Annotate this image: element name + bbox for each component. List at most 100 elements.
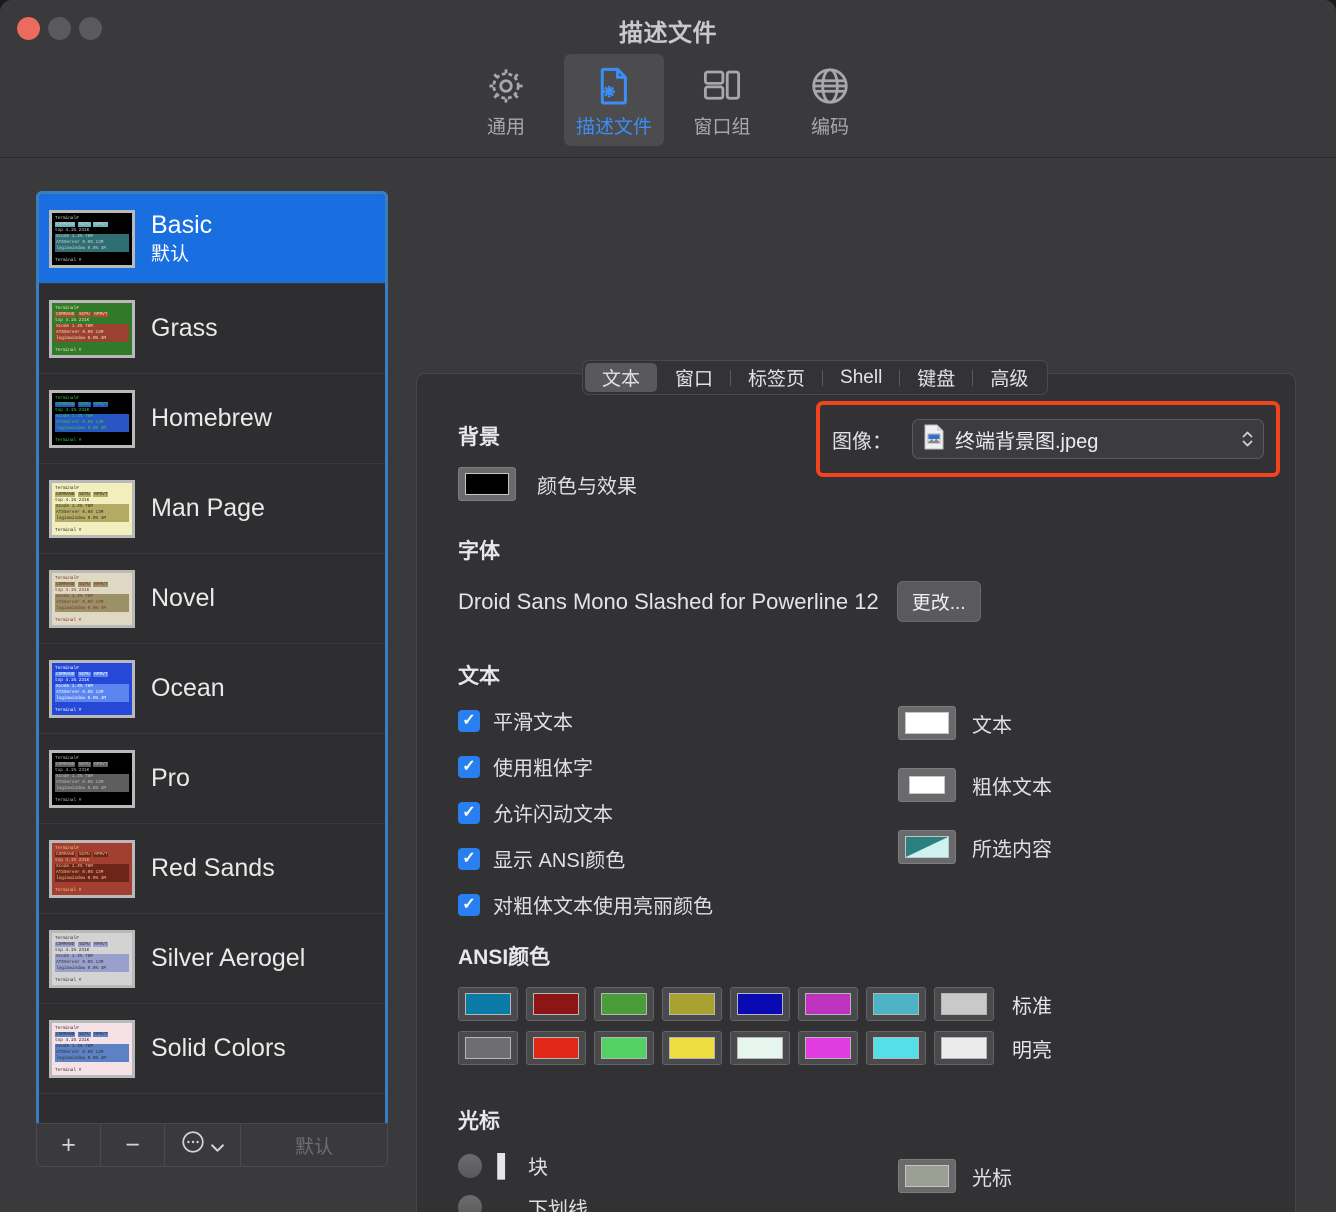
- checkbox[interactable]: [458, 801, 480, 824]
- font-value: Droid Sans Mono Slashed for Powerline 12: [458, 588, 879, 614]
- radio-button[interactable]: [458, 1195, 482, 1212]
- profile-actions-button[interactable]: [165, 1124, 241, 1166]
- cursor-option-row[interactable]: ▌ 块: [458, 1151, 1267, 1180]
- cursor-option-label: 下划线: [528, 1198, 588, 1212]
- popup-chevrons-icon: [1241, 428, 1254, 450]
- tab-Shell[interactable]: Shell: [823, 363, 899, 392]
- profile-text: Silver Aerogel: [151, 944, 305, 973]
- change-font-button[interactable]: 更改...: [896, 581, 981, 622]
- tab-文本[interactable]: 文本: [585, 363, 658, 392]
- settings-panel: 背景 颜色与效果 图像： 终端背景图.jpeg 字体 Droid Sans Mo…: [416, 373, 1296, 1212]
- checkbox[interactable]: [458, 709, 480, 732]
- ansi-color-well[interactable]: [662, 1031, 722, 1065]
- background-color-well[interactable]: [458, 467, 516, 501]
- profile-row[interactable]: Terminal# COMMAND %CPU RPRVT top 4.1% 231K…: [39, 284, 385, 374]
- text-option-label: 显示 ANSI颜色: [493, 850, 626, 872]
- ansi-color-well[interactable]: [662, 987, 722, 1021]
- checkbox[interactable]: [458, 847, 480, 870]
- toolbar-item-window-groups[interactable]: 窗口组: [672, 54, 772, 146]
- title-bar: 描述文件 通用 描述文件 窗口组 编码: [0, 0, 1336, 158]
- profile-name: Novel: [151, 584, 215, 613]
- ansi-color-well[interactable]: [798, 1031, 858, 1065]
- radio-button[interactable]: [458, 1153, 482, 1178]
- background-image-annotation: 图像： 终端背景图.jpeg: [816, 401, 1280, 477]
- profile-row[interactable]: Terminal# COMMAND %CPU RPRVT top 4.1% 231K…: [39, 824, 385, 914]
- text-option-row[interactable]: 显示 ANSI颜色: [458, 844, 1267, 873]
- document-gear-icon: [593, 61, 635, 107]
- toolbar-label-window-groups: 窗口组: [693, 117, 751, 138]
- profile-row[interactable]: Terminal# COMMAND %CPU RPRVT top 4.1% 231K…: [39, 734, 385, 824]
- ansi-color-well[interactable]: [866, 1031, 926, 1065]
- text-option-row[interactable]: 使用粗体字: [458, 752, 1267, 781]
- ansi-color-swatch: [533, 993, 579, 1015]
- ansi-row-label: 明亮: [1012, 1039, 1052, 1062]
- preferences-window: 描述文件 通用 描述文件 窗口组 编码 Terminal# COMMAND %C…: [0, 0, 1336, 1212]
- tab-窗口[interactable]: 窗口: [658, 363, 730, 392]
- text-option-row[interactable]: 允许闪动文本: [458, 798, 1267, 827]
- profile-row[interactable]: Terminal# COMMAND %CPU RPRVT top 4.1% 231K…: [39, 554, 385, 644]
- cursor-color-swatch: [905, 1165, 949, 1187]
- ansi-row-label: 标准: [1012, 995, 1052, 1018]
- color-well[interactable]: [898, 830, 956, 864]
- profile-name: Ocean: [151, 674, 225, 703]
- ansi-color-well[interactable]: [526, 1031, 586, 1065]
- text-color-wells: 文本 粗体文本 所选内容: [898, 706, 1052, 892]
- ansi-color-well[interactable]: [798, 987, 858, 1021]
- ansi-color-well[interactable]: [866, 987, 926, 1021]
- toolbar-item-profiles[interactable]: 描述文件: [564, 54, 664, 146]
- ansi-color-well[interactable]: [730, 987, 790, 1021]
- toolbar-item-general[interactable]: 通用: [456, 54, 556, 146]
- profile-row[interactable]: Terminal# COMMAND %CPU RPRVT top 4.1% 231K…: [39, 374, 385, 464]
- cursor-color-well[interactable]: [898, 1159, 956, 1193]
- ansi-color-well[interactable]: [934, 987, 994, 1021]
- ansi-color-well[interactable]: [934, 1031, 994, 1065]
- set-default-button[interactable]: 默认: [241, 1124, 387, 1166]
- profile-row[interactable]: Terminal# COMMAND %CPU RPRVT top 4.1% 231K…: [39, 644, 385, 734]
- toolbar-item-encodings[interactable]: 编码: [780, 54, 880, 146]
- background-color-swatch: [465, 473, 509, 495]
- text-option-row[interactable]: 对粗体文本使用亮丽颜色: [458, 890, 1267, 919]
- color-well[interactable]: [898, 706, 956, 740]
- profile-thumbnail: Terminal# COMMAND %CPU RPRVT top 4.1% 231K…: [49, 929, 135, 988]
- ansi-color-well[interactable]: [458, 1031, 518, 1065]
- checkbox[interactable]: [458, 755, 480, 778]
- text-option-row[interactable]: 平滑文本: [458, 706, 1267, 735]
- ansi-color-swatch: [873, 1037, 919, 1059]
- background-image-popup-button[interactable]: 终端背景图.jpeg: [912, 419, 1264, 459]
- profile-list[interactable]: Terminal# COMMAND %CPU RPRVT top 4.1% 231K…: [36, 191, 388, 1123]
- ansi-color-well[interactable]: [526, 987, 586, 1021]
- remove-profile-button[interactable]: −: [101, 1124, 165, 1166]
- profile-row[interactable]: Terminal# COMMAND %CPU RPRVT top 4.1% 231K…: [39, 464, 385, 554]
- color-swatch: [905, 712, 949, 734]
- ansi-color-well[interactable]: [458, 987, 518, 1021]
- profile-thumbnail: Terminal# COMMAND %CPU RPRVT top 4.1% 231K…: [49, 209, 135, 268]
- profile-row[interactable]: Terminal# COMMAND %CPU RPRVT top 4.1% 231K…: [39, 1004, 385, 1094]
- settings-tab-bar[interactable]: 文本 窗口 标签页 Shell 键盘 高级: [582, 360, 1049, 395]
- profile-row[interactable]: Terminal# COMMAND %CPU RPRVT top 4.1% 231K…: [39, 914, 385, 1004]
- cursor-shape-glyph: ▌: [497, 1152, 513, 1178]
- profiles-sidebar: Terminal# COMMAND %CPU RPRVT top 4.1% 231K…: [36, 191, 388, 1167]
- ansi-color-well[interactable]: [594, 987, 654, 1021]
- gear-icon: [485, 61, 527, 107]
- tab-高级[interactable]: 高级: [973, 363, 1045, 392]
- tab-标签页[interactable]: 标签页: [731, 363, 822, 392]
- color-well[interactable]: [898, 768, 956, 802]
- tab-键盘[interactable]: 键盘: [900, 363, 972, 392]
- profile-text: Red Sands: [151, 854, 275, 883]
- text-option-label: 允许闪动文本: [493, 804, 613, 826]
- profile-thumbnail: Terminal# COMMAND %CPU RPRVT top 4.1% 231K…: [49, 839, 135, 898]
- ansi-color-well[interactable]: [594, 1031, 654, 1065]
- profile-name: Man Page: [151, 494, 265, 523]
- checkbox[interactable]: [458, 893, 480, 916]
- ansi-color-well[interactable]: [730, 1031, 790, 1065]
- cursor-option-row[interactable]: ＿ 下划线: [458, 1191, 1267, 1212]
- profile-name: Solid Colors: [151, 1034, 286, 1063]
- profile-row[interactable]: Terminal# COMMAND %CPU RPRVT top 4.1% 231K…: [39, 194, 385, 284]
- ansi-color-grid: 标准 明亮: [458, 987, 1267, 1065]
- add-profile-button[interactable]: +: [37, 1124, 101, 1166]
- color-well-row: 所选内容: [898, 830, 1052, 864]
- profile-thumbnail: Terminal# COMMAND %CPU RPRVT top 4.1% 231K…: [49, 659, 135, 718]
- cursor-option-label: 块: [528, 1157, 548, 1179]
- ansi-color-swatch: [805, 993, 851, 1015]
- profile-text: Pro: [151, 764, 190, 793]
